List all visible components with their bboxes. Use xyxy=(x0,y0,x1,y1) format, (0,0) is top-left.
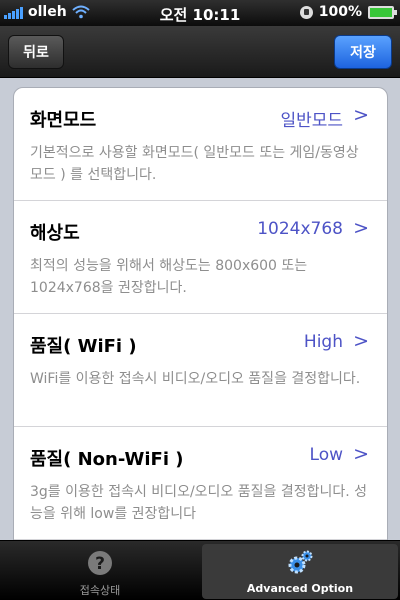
gears-icon xyxy=(288,550,313,574)
navigation-bar: 뒤로 저장 xyxy=(0,26,400,78)
setting-value: High xyxy=(303,332,343,352)
chevron-right-icon: > xyxy=(353,217,369,239)
chevron-right-icon: > xyxy=(353,104,369,126)
setting-title: 품질( WiFi ) xyxy=(30,336,137,357)
status-bar: olleh 오전 10:11 100% xyxy=(0,0,400,26)
setting-description: 3g를 이용한 접속시 비디오/오디오 품질을 결정합니다. 성능을 위해 lo… xyxy=(30,484,368,522)
svg-text:?: ? xyxy=(95,554,105,574)
chevron-right-icon: > xyxy=(353,330,369,352)
setting-title: 해상도 xyxy=(30,223,80,244)
chevron-right-icon: > xyxy=(353,443,369,465)
setting-value: 1024x768 xyxy=(257,219,343,239)
setting-description: 기본적으로 사용할 화면모드( 일반모드 또는 게임/동영상 모드 ) 를 선택… xyxy=(30,145,359,183)
setting-row-screen-mode[interactable]: 화면모드 일반모드 > 기본적으로 사용할 화면모드( 일반모드 또는 게임/동… xyxy=(14,88,387,201)
battery-icon xyxy=(368,5,397,19)
setting-title: 화면모드 xyxy=(30,110,97,131)
setting-value: 일반모드 xyxy=(280,111,343,131)
setting-value: Low xyxy=(309,445,343,465)
setting-description: 최적의 성능을 위해서 해상도는 800x600 또는 1024x768을 권장… xyxy=(30,258,308,296)
save-button[interactable]: 저장 xyxy=(334,35,392,69)
battery-percent: 100% xyxy=(318,4,362,20)
tab-bar: ? 접속상태 Advanced Option xyxy=(0,540,400,600)
tab-label: Advanced Option xyxy=(246,582,354,595)
tab-advanced-option[interactable]: Advanced Option xyxy=(202,544,398,599)
settings-content: 화면모드 일반모드 > 기본적으로 사용할 화면모드( 일반모드 또는 게임/동… xyxy=(0,78,400,540)
status-right: 100% xyxy=(299,4,397,20)
setting-row-quality-wifi[interactable]: 품질( WiFi ) High > WiFi를 이용한 접속시 비디오/오디오 … xyxy=(14,314,387,427)
setting-row-quality-non-wifi[interactable]: 품질( Non-WiFi ) Low > 3g를 이용한 접속시 비디오/오디오… xyxy=(14,427,387,540)
setting-row-resolution[interactable]: 해상도 1024x768 > 최적의 성능을 위해서 해상도는 800x600 … xyxy=(14,201,387,314)
tab-connection-status[interactable]: ? 접속상태 xyxy=(2,544,198,599)
setting-title: 품질( Non-WiFi ) xyxy=(30,449,184,470)
setting-description: WiFi를 이용한 접속시 비디오/오디오 품질을 결정합니다. xyxy=(30,371,361,387)
tab-label: 접속상태 xyxy=(79,584,121,597)
rotation-lock-icon xyxy=(299,5,313,19)
back-button[interactable]: 뒤로 xyxy=(8,35,64,69)
settings-group: 화면모드 일반모드 > 기본적으로 사용할 화면모드( 일반모드 또는 게임/동… xyxy=(13,87,388,540)
question-icon: ? xyxy=(88,551,112,575)
